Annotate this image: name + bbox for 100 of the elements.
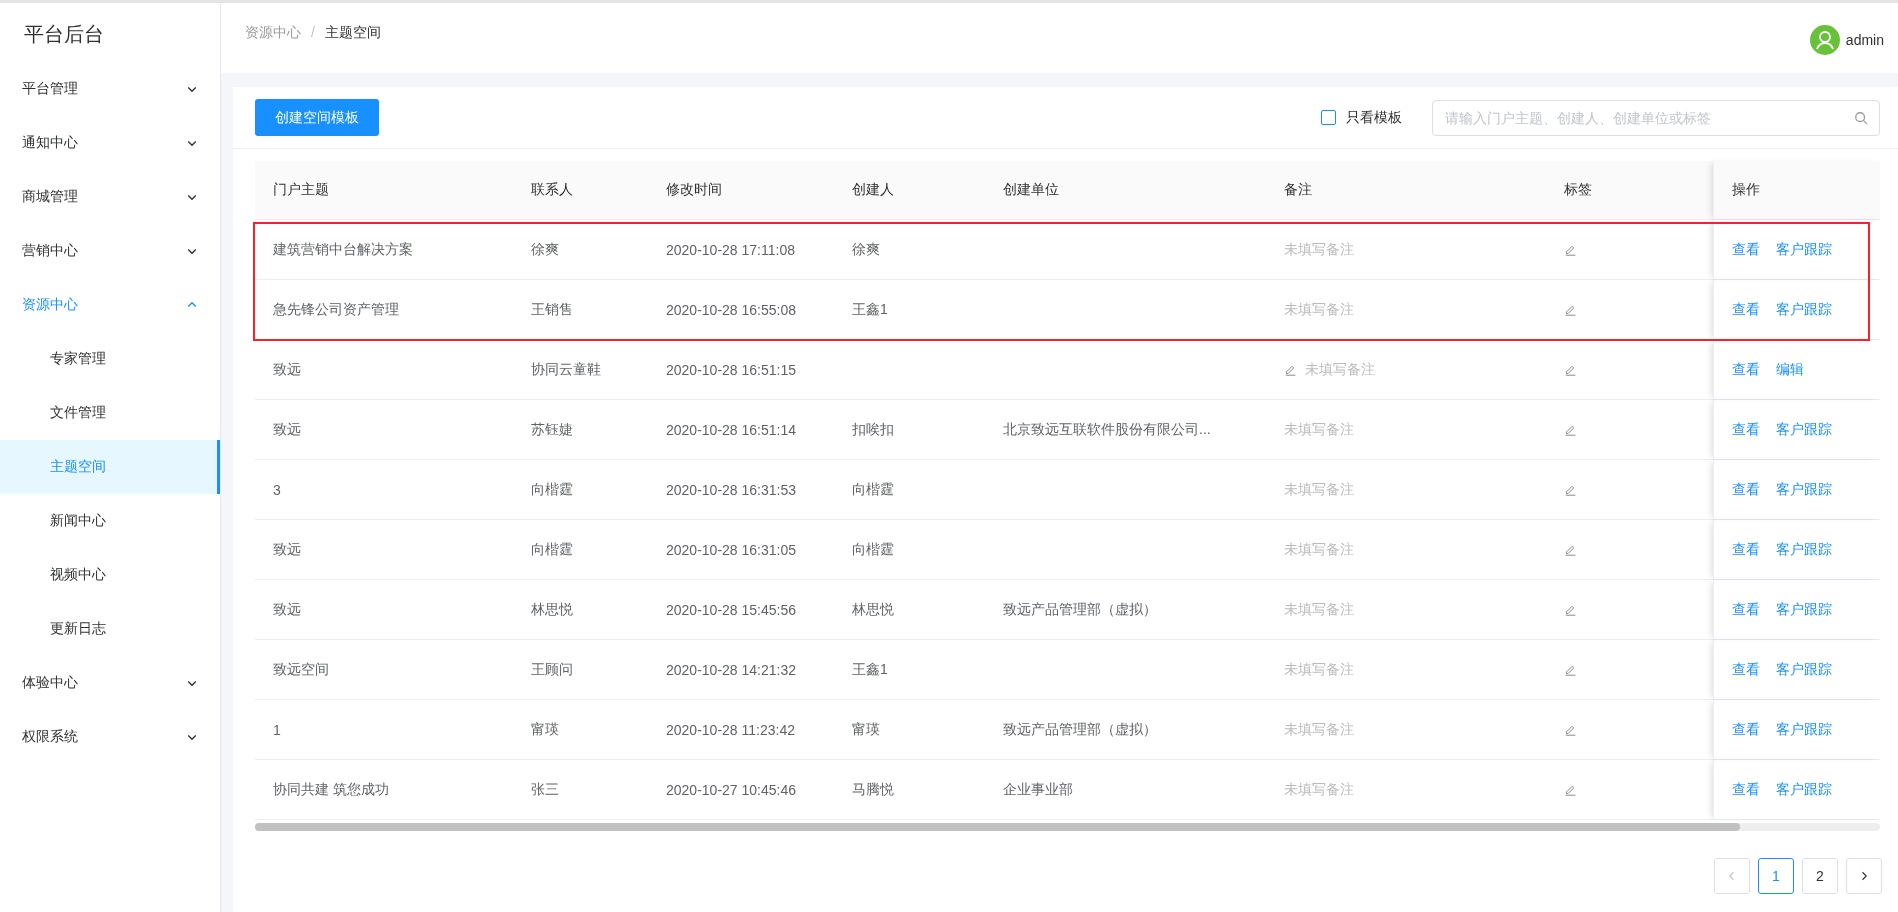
menu-item[interactable]: 主题空间 [0, 440, 220, 494]
table-cell-text: 甯瑛 [530, 719, 560, 739]
app-title: 平台后台 [23, 22, 105, 47]
table-cell-text: 甯瑛 [851, 719, 881, 739]
remark-text: 未填写备注 [1284, 240, 1354, 259]
action-link[interactable]: 客户跟踪 [1776, 540, 1832, 559]
action-link[interactable]: 客户跟踪 [1776, 480, 1832, 499]
table-cell-text: 急先锋公司资产管理 [272, 299, 400, 319]
action-link[interactable]: 客户跟踪 [1776, 780, 1832, 799]
table-cell-text: 2020-10-28 16:31:53 [665, 480, 797, 500]
table-cell-text: 马腾悦 [851, 779, 895, 799]
table-cell-text: 1 [272, 720, 282, 740]
search-field[interactable]: 请输入门户主题、创建人、创建单位或标签 [1432, 99, 1880, 136]
remark-text: 未填写备注 [1284, 540, 1354, 559]
create-template-button[interactable]: 创建空间模板 [255, 99, 379, 136]
action-link[interactable]: 查看 [1732, 540, 1760, 559]
table-cell-text: 2020-10-27 10:45:46 [665, 780, 797, 800]
column-header: 操作 [1713, 161, 1881, 219]
remark-text: 未填写备注 [1284, 720, 1354, 739]
action-link[interactable]: 客户跟踪 [1776, 720, 1832, 739]
table-cell-text: 徐爽 [530, 239, 560, 259]
breadcrumb-separator: / [311, 24, 315, 42]
breadcrumb-item: 主题空间 [324, 24, 381, 42]
menu-item[interactable]: 视频中心 [0, 548, 220, 602]
table-cell-text: 林思悦 [851, 599, 895, 619]
table-cell-text: 张三 [530, 779, 560, 799]
user-name[interactable]: admin [1845, 32, 1884, 48]
menu-group[interactable]: 通知中心 [0, 116, 220, 170]
action-link[interactable]: 客户跟踪 [1776, 660, 1832, 679]
table-cell-text: 致远空间 [272, 659, 330, 679]
pencil-icon[interactable] [1564, 723, 1577, 736]
table-cell-text: 2020-10-28 16:51:15 [665, 360, 797, 380]
menu-group[interactable]: 权限系统 [0, 710, 220, 764]
table-cell-text: 向楷霆 [530, 539, 574, 559]
action-link[interactable]: 编辑 [1776, 360, 1804, 379]
table-cell-text: 企业事业部 [1002, 779, 1074, 799]
table-cell-text: 2020-10-28 16:51:14 [665, 420, 797, 440]
action-link[interactable]: 查看 [1732, 720, 1760, 739]
remark-text: 未填写备注 [1284, 600, 1354, 619]
table-cell-text: 向楷霆 [851, 479, 895, 499]
action-link[interactable]: 查看 [1732, 600, 1760, 619]
pencil-icon[interactable] [1564, 243, 1577, 256]
menu-group[interactable]: 平台管理 [0, 62, 220, 116]
table-cell-text: 致远产品管理部（虚拟） [1002, 719, 1158, 739]
pencil-icon[interactable] [1564, 483, 1577, 496]
horizontal-scrollbar[interactable] [255, 823, 1880, 831]
table-cell-text: 致远 [272, 599, 302, 619]
table-cell-text: 王鑫1 [851, 299, 889, 319]
menu-item[interactable]: 专家管理 [0, 332, 220, 386]
action-link[interactable]: 查看 [1732, 300, 1760, 319]
checkbox-label[interactable]: 只看模板 [1346, 108, 1402, 127]
column-header: 创建人 [851, 180, 895, 199]
page-button[interactable]: 1 [1758, 858, 1794, 894]
menu-group[interactable]: 商城管理 [0, 170, 220, 224]
column-header: 备注 [1283, 180, 1313, 199]
pencil-icon[interactable] [1284, 363, 1297, 376]
action-link[interactable]: 客户跟踪 [1776, 420, 1832, 439]
action-link[interactable]: 客户跟踪 [1776, 600, 1832, 619]
action-link[interactable]: 查看 [1732, 660, 1760, 679]
table-cell-text: 2020-10-28 17:11:08 [665, 240, 796, 260]
remark-text: 未填写备注 [1284, 420, 1354, 439]
pencil-icon[interactable] [1564, 783, 1577, 796]
menu-item[interactable]: 新闻中心 [0, 494, 220, 548]
action-link[interactable]: 查看 [1732, 360, 1760, 379]
action-link[interactable]: 客户跟踪 [1776, 300, 1832, 319]
action-link[interactable]: 查看 [1732, 240, 1760, 259]
pencil-icon[interactable] [1564, 423, 1577, 436]
action-link[interactable]: 查看 [1732, 780, 1760, 799]
table-cell-text: 协同云童鞋 [530, 359, 602, 379]
action-link[interactable]: 客户跟踪 [1776, 240, 1832, 259]
column-header: 创建单位 [1002, 180, 1060, 199]
menu-item[interactable]: 更新日志 [0, 602, 220, 656]
table-cell-text: 2020-10-28 11:23:42 [665, 720, 796, 740]
table-cell-text: 北京致远互联软件股份有限公司... [1002, 419, 1212, 439]
table-cell-text: 致远产品管理部（虚拟） [1002, 599, 1158, 619]
user-avatar-icon[interactable] [1809, 25, 1840, 55]
table-cell-text: 苏钰婕 [530, 419, 574, 439]
pencil-icon[interactable] [1564, 363, 1577, 376]
column-header: 门户主题 [272, 180, 330, 199]
pencil-icon[interactable] [1564, 543, 1577, 556]
pencil-icon[interactable] [1564, 303, 1577, 316]
page-button[interactable]: 2 [1802, 858, 1838, 894]
next-page-button[interactable] [1846, 858, 1882, 894]
pencil-icon[interactable] [1564, 603, 1577, 616]
table-cell-text: 2020-10-28 14:21:32 [665, 660, 797, 680]
table-cell-text: 2020-10-28 15:45:56 [665, 600, 797, 620]
menu-group[interactable]: 资源中心 [0, 278, 220, 332]
action-link[interactable]: 查看 [1732, 480, 1760, 499]
table-cell-text: 协同共建 筑您成功 [272, 779, 390, 799]
table-cell-text: 徐爽 [851, 239, 881, 259]
checkbox[interactable] [1321, 110, 1336, 125]
menu-item[interactable]: 文件管理 [0, 386, 220, 440]
table-cell-text: 王销售 [530, 299, 574, 319]
menu-group[interactable]: 体验中心 [0, 656, 220, 710]
breadcrumb-item[interactable]: 资源中心 [245, 24, 301, 42]
pencil-icon[interactable] [1564, 663, 1577, 676]
action-link[interactable]: 查看 [1732, 420, 1760, 439]
remark-text: 未填写备注 [1284, 480, 1354, 499]
menu-group[interactable]: 营销中心 [0, 224, 220, 278]
table-cell-text: 向楷霆 [851, 539, 895, 559]
